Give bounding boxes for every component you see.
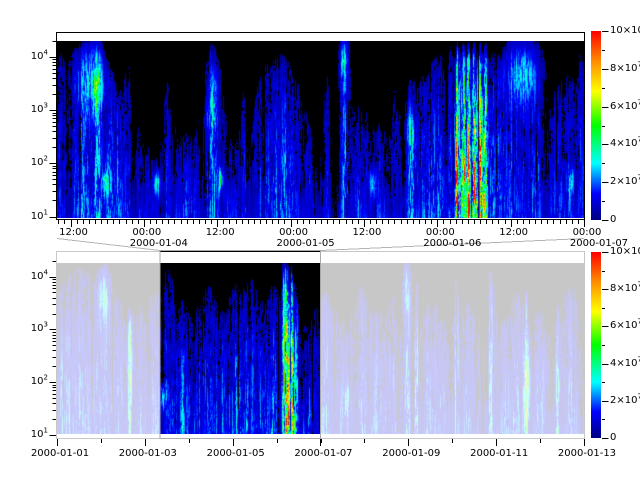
y-tick-label: 101 — [18, 429, 48, 440]
x-tick-label: 2000-01-11 — [470, 448, 528, 459]
colorbar-tick-label: 10×107 — [610, 25, 640, 36]
colorbar-tick-label: 4×107 — [610, 138, 640, 149]
spectrogram-figure: 12:00 00:00 12:00 00:00 12:00 00:00 12:00 00:00… — [0, 0, 640, 480]
y-tick-label: 104 — [18, 271, 48, 282]
y-tick-label: 101 — [18, 211, 48, 222]
x-tick-label: 2000-01-01 — [31, 448, 89, 459]
y-tick-label: 102 — [18, 157, 48, 168]
context-colorbar — [591, 252, 601, 438]
date-label: 2000-01-05 — [277, 238, 335, 249]
x-tick-label: 12:00 — [206, 227, 235, 238]
colorbar-tick-label: 2×107 — [610, 176, 640, 187]
x-tick-label: 2000-01-09 — [382, 448, 440, 459]
wash-left-overlay — [56, 251, 160, 439]
y-tick-label: 102 — [18, 376, 48, 387]
date-label: 2000-01-06 — [423, 238, 481, 249]
x-tick-label: 2000-01-05 — [207, 448, 265, 459]
colorbar-tick-label: 6×107 — [610, 320, 640, 331]
date-label: 2000-01-04 — [130, 238, 188, 249]
x-tick-label: 12:00 — [59, 227, 88, 238]
selection-box[interactable] — [160, 251, 321, 439]
x-tick-label: 2000-01-07 — [294, 448, 352, 459]
wash-right-overlay — [320, 251, 585, 439]
colorbar-tick-label: 10×107 — [610, 246, 640, 257]
y-tick-label: 103 — [18, 104, 48, 115]
y-tick-label: 103 — [18, 323, 48, 334]
colorbar-tick-label: 4×107 — [610, 358, 640, 369]
colorbar-tick-label: 8×107 — [610, 283, 640, 294]
x-tick-label: 00:00 — [279, 227, 308, 238]
colorbar-tick-label: 0 — [610, 214, 616, 225]
colorbar-tick-label: 2×107 — [610, 395, 640, 406]
x-tick-label: 00:00 — [132, 227, 161, 238]
colorbar-tick-label: 8×107 — [610, 63, 640, 74]
x-tick-label: 2000-01-13 — [558, 448, 616, 459]
x-tick-label: 2000-01-03 — [119, 448, 177, 459]
x-tick-label: 00:00 — [426, 227, 455, 238]
x-tick-label: 12:00 — [499, 227, 528, 238]
colorbar-tick-label: 6×107 — [610, 101, 640, 112]
y-tick-label: 104 — [18, 51, 48, 62]
colorbar-tick-label: 0 — [610, 432, 616, 443]
x-tick-label: 12:00 — [353, 227, 382, 238]
detail-spectrogram-canvas[interactable] — [57, 41, 584, 218]
x-tick-label: 00:00 — [573, 227, 602, 238]
detail-colorbar — [591, 31, 601, 220]
